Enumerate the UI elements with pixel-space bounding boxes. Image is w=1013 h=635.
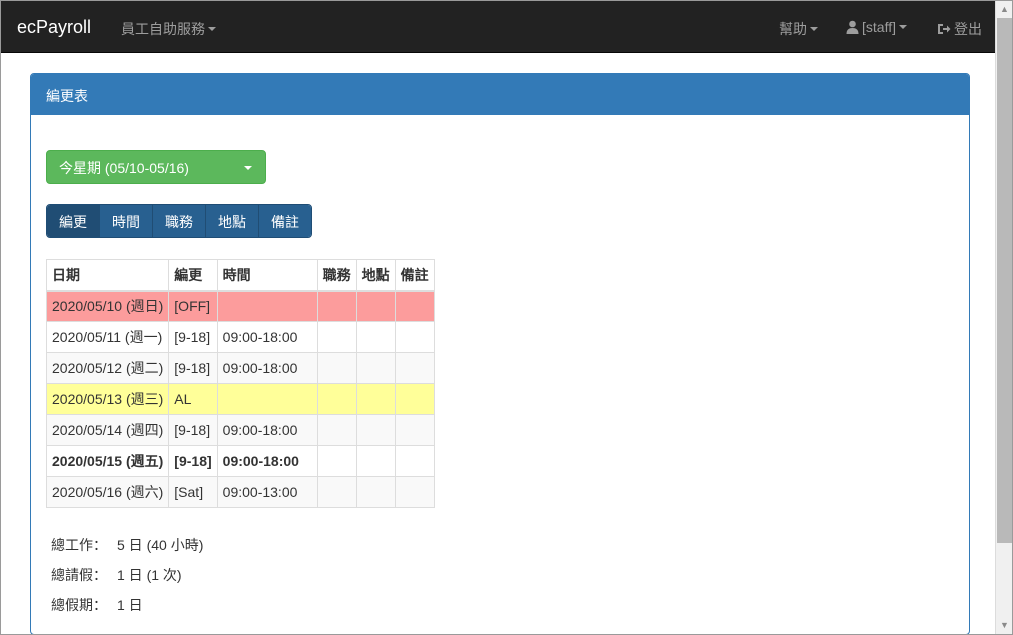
column-toggle-group: 編更 時間 職務 地點 備註 bbox=[46, 204, 312, 238]
toggle-shift-button[interactable]: 編更 bbox=[47, 205, 100, 237]
toggle-time-button[interactable]: 時間 bbox=[100, 205, 153, 237]
cell-location bbox=[355, 414, 396, 446]
nav-self-service-label: 員工自助服務 bbox=[121, 21, 205, 37]
table-row: 2020/05/13 (週三) AL bbox=[45, 383, 435, 415]
table-row: 2020/05/10 (週日) [OFF] bbox=[45, 290, 435, 322]
cell-location bbox=[355, 290, 396, 322]
cell-time bbox=[216, 383, 318, 415]
cell-time: 09:00-18:00 bbox=[216, 352, 318, 384]
schedule-table: 日期 編更 時間 職務 地點 備註 2020/05/10 (週日) [OFF] bbox=[45, 259, 435, 508]
cell-duty bbox=[316, 352, 357, 384]
header-remark: 備註 bbox=[394, 259, 435, 292]
summary-holiday-value: 1 日 bbox=[117, 597, 143, 613]
nav-help-label: 幫助 bbox=[779, 21, 807, 37]
summary-work-value: 5 日 (40 小時) bbox=[117, 537, 204, 553]
summary-leave-label: 總請假： bbox=[51, 567, 107, 583]
table-header-row: 日期 編更 時間 職務 地點 備註 bbox=[45, 259, 435, 292]
toggle-duty-button[interactable]: 職務 bbox=[153, 205, 206, 237]
table-row-today: 2020/05/15 (週五) [9-18] 09:00-18:00 bbox=[45, 445, 435, 477]
browser-frame: ecPayroll 員工自助服務 幫助 [staff] 登出 編更表 今星期 (… bbox=[0, 0, 1013, 635]
toggle-remark-button[interactable]: 備註 bbox=[259, 205, 311, 237]
cell-shift: [9-18] bbox=[168, 445, 218, 477]
cell-duty bbox=[316, 414, 357, 446]
cell-time: 09:00-18:00 bbox=[216, 445, 318, 477]
cell-remark bbox=[394, 414, 435, 446]
cell-time: 09:00-13:00 bbox=[216, 476, 318, 508]
cell-duty bbox=[316, 290, 357, 322]
cell-date: 2020/05/16 (週六) bbox=[45, 476, 170, 508]
panel-title: 編更表 bbox=[31, 74, 969, 115]
cell-date: 2020/05/12 (週二) bbox=[45, 352, 170, 384]
cell-remark bbox=[394, 352, 435, 384]
cell-shift: [9-18] bbox=[168, 352, 218, 384]
header-location: 地點 bbox=[355, 259, 396, 292]
week-select-dropdown[interactable]: 今星期 (05/10-05/16) bbox=[46, 150, 266, 184]
summary-work-label: 總工作： bbox=[51, 537, 107, 553]
logout-link[interactable]: 登出 bbox=[937, 19, 982, 39]
cell-time bbox=[216, 290, 318, 322]
chevron-down-icon bbox=[244, 166, 252, 170]
chevron-down-icon bbox=[208, 27, 216, 31]
chevron-down-icon bbox=[810, 27, 818, 31]
nav-self-service[interactable]: 員工自助服務 bbox=[121, 19, 216, 39]
cell-date: 2020/05/11 (週一) bbox=[45, 321, 170, 353]
vertical-scrollbar[interactable]: ▲ ▼ bbox=[995, 1, 1012, 634]
cell-remark bbox=[394, 383, 435, 415]
logout-label: 登出 bbox=[954, 21, 982, 37]
user-icon bbox=[846, 20, 859, 34]
nav-help[interactable]: 幫助 bbox=[779, 19, 818, 39]
cell-duty bbox=[316, 383, 357, 415]
cell-shift: AL bbox=[168, 383, 218, 415]
logout-icon bbox=[937, 23, 951, 35]
cell-remark bbox=[394, 290, 435, 322]
cell-location bbox=[355, 383, 396, 415]
scrollbar-thumb[interactable] bbox=[997, 18, 1012, 543]
cell-location bbox=[355, 476, 396, 508]
table-row: 2020/05/12 (週二) [9-18] 09:00-18:00 bbox=[45, 352, 435, 384]
cell-location bbox=[355, 321, 396, 353]
summary-holiday-label: 總假期： bbox=[51, 597, 107, 613]
header-shift: 編更 bbox=[168, 259, 218, 292]
cell-date: 2020/05/15 (週五) bbox=[45, 445, 170, 477]
cell-duty bbox=[316, 445, 357, 477]
table-row: 2020/05/11 (週一) [9-18] 09:00-18:00 bbox=[45, 321, 435, 353]
cell-duty bbox=[316, 476, 357, 508]
cell-time: 09:00-18:00 bbox=[216, 414, 318, 446]
nav-user-menu[interactable]: [staff] bbox=[846, 19, 907, 35]
cell-date: 2020/05/10 (週日) bbox=[45, 290, 170, 322]
summary-leave: 總請假： 1 日 (1 次) bbox=[51, 565, 182, 585]
cell-location bbox=[355, 445, 396, 477]
schedule-panel: 編更表 今星期 (05/10-05/16) 編更 時間 職務 地點 備註 日期 … bbox=[30, 73, 970, 634]
cell-location bbox=[355, 352, 396, 384]
cell-duty bbox=[316, 321, 357, 353]
cell-shift: [Sat] bbox=[168, 476, 218, 508]
header-time: 時間 bbox=[216, 259, 318, 292]
table-row: 2020/05/16 (週六) [Sat] 09:00-13:00 bbox=[45, 476, 435, 508]
top-navbar: ecPayroll 員工自助服務 幫助 [staff] 登出 bbox=[1, 1, 995, 53]
header-date: 日期 bbox=[45, 259, 170, 292]
summary-leave-value: 1 日 (1 次) bbox=[117, 567, 182, 583]
summary-work: 總工作： 5 日 (40 小時) bbox=[51, 535, 203, 555]
cell-shift: [9-18] bbox=[168, 414, 218, 446]
nav-user-label: [staff] bbox=[862, 19, 896, 35]
cell-date: 2020/05/14 (週四) bbox=[45, 414, 170, 446]
cell-date: 2020/05/13 (週三) bbox=[45, 383, 170, 415]
week-select-label: 今星期 (05/10-05/16) bbox=[59, 160, 189, 176]
header-duty: 職務 bbox=[316, 259, 357, 292]
cell-remark bbox=[394, 321, 435, 353]
summary-holiday: 總假期： 1 日 bbox=[51, 595, 143, 615]
cell-remark bbox=[394, 476, 435, 508]
toggle-location-button[interactable]: 地點 bbox=[206, 205, 259, 237]
brand-logo[interactable]: ecPayroll bbox=[17, 17, 91, 38]
scroll-up-arrow-icon[interactable]: ▲ bbox=[996, 1, 1012, 18]
cell-shift: [OFF] bbox=[168, 290, 218, 322]
cell-time: 09:00-18:00 bbox=[216, 321, 318, 353]
scroll-down-arrow-icon[interactable]: ▼ bbox=[996, 617, 1012, 634]
chevron-down-icon bbox=[898, 25, 907, 29]
table-row: 2020/05/14 (週四) [9-18] 09:00-18:00 bbox=[45, 414, 435, 446]
cell-shift: [9-18] bbox=[168, 321, 218, 353]
cell-remark bbox=[394, 445, 435, 477]
